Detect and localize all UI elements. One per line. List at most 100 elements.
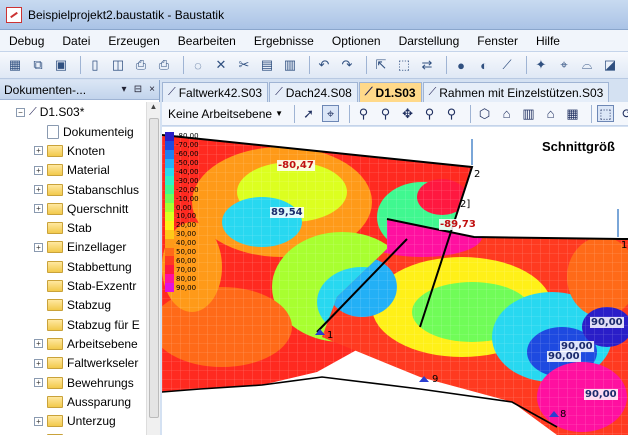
cube-icon[interactable]: ⬚ [395,56,413,74]
chart-icon[interactable]: ◪ [601,56,619,74]
print-preview-icon[interactable]: ⎙ [132,56,150,74]
tree-item[interactable]: + Einzellager [0,238,146,257]
tree-item[interactable]: + Material [0,161,146,180]
fe-contour-plot[interactable] [162,127,628,435]
bridge-icon[interactable]: ⌓ [578,56,596,74]
clipboard-icon[interactable]: ▥ [281,56,299,74]
tree-item[interactable]: Stab-Exzentr [0,276,146,295]
tree-item[interactable]: Stabbettung [0,257,146,276]
menu-ergebnisse[interactable]: Ergebnisse [245,34,323,48]
cut-icon[interactable]: ✂ [235,56,253,74]
legend-swatch [165,238,174,248]
expand-icon[interactable]: + [34,416,43,426]
scroll-up-icon[interactable]: ▲ [147,102,160,116]
tree-item-label: Bewehrungs [67,375,134,390]
toolbar-separator [446,56,447,74]
legend-value: 40,00 [176,239,197,248]
document-tab[interactable]: ⟋ Rahmen mit Einzelstützen.S03 [422,82,610,102]
tree-item[interactable]: Aussparung [0,392,146,411]
expand-icon[interactable]: + [34,339,43,349]
workplane-select[interactable]: Keine Arbeitsebene ▼ [162,107,289,121]
node-icon[interactable]: ⌖ [555,56,573,74]
legend-value: 0,00 [176,203,192,212]
legend-row: -80,00 [165,131,210,141]
view-3d-icon[interactable]: ⬡ [476,105,493,122]
print-icon[interactable]: ⎙ [155,56,173,74]
document-tab[interactable]: ⟋ Dach24.S08 [269,82,358,102]
expand-icon[interactable]: + [34,185,43,195]
menu-darstellung[interactable]: Darstellung [390,34,469,48]
tree-item[interactable]: +Streckenlage [0,431,146,435]
cursor-icon[interactable]: ➚ [300,105,317,122]
tree-item[interactable]: + Faltwerkseler [0,354,146,373]
rotate-icon[interactable]: ◐ [475,56,493,74]
zoom-out-icon[interactable]: ⚲ [443,105,460,122]
mesh-icon[interactable]: ▦ [564,105,581,122]
menu-hilfe[interactable]: Hilfe [527,34,569,48]
save-icon[interactable]: ▣ [52,56,70,74]
tree-scrollbar[interactable]: ▲ [146,102,160,435]
lasso-icon[interactable]: ◌ [189,56,207,74]
tree-item[interactable]: + Knoten [0,141,146,160]
transfer-icon[interactable]: ⇄ [418,56,436,74]
cycle-icon[interactable]: ⟳ [619,105,628,122]
tree-root[interactable]: − ⟋ D1.S03* [0,102,146,122]
redo-icon[interactable]: ↷ [338,56,356,74]
tree-item[interactable]: + Unterzug [0,411,146,430]
legend-swatch [165,256,174,266]
expand-icon[interactable]: + [34,378,43,387]
zoom-icon[interactable]: ⚲ [377,105,394,122]
menu-fenster[interactable]: Fenster [468,34,527,48]
expand-icon[interactable]: + [34,242,43,252]
building-icon[interactable]: ▥ [520,105,537,122]
menu-debug[interactable]: Debug [0,34,53,48]
delete-icon[interactable]: ✕ [212,56,230,74]
chevron-down-icon: ▼ [275,109,284,118]
tree-item[interactable]: + Stabanschlus [0,180,146,199]
legend-swatch [165,229,174,239]
select-mode-icon[interactable]: ⌖ [322,105,340,122]
menu-erzeugen[interactable]: Erzeugen [99,34,168,48]
menu-bearbeiten[interactable]: Bearbeiten [169,34,245,48]
tree-item[interactable]: Dokumenteig [0,122,146,141]
folder-icon [47,280,63,293]
tree-item[interactable]: Stab [0,218,146,237]
page-icon[interactable]: ▯ [86,56,104,74]
copy-icon[interactable]: ⧉ [29,56,47,74]
grid-icon[interactable]: ▦ [6,56,24,74]
bold-icon[interactable]: ✦ [532,56,550,74]
menu-datei[interactable]: Datei [53,34,99,48]
pan-icon[interactable]: ✥ [399,105,416,122]
pin-icon[interactable]: ▾ [117,84,131,95]
tree-item[interactable]: + Arbeitsebene [0,334,146,353]
expand-icon[interactable]: + [34,358,43,368]
zoom-window-icon[interactable]: ⚲ [421,105,438,122]
scrollbar-thumb[interactable] [149,118,159,418]
result-view[interactable]: -80,00 -70,00 -60,00 -50,00 -40,00 -30,00 -20,… [162,127,628,435]
document-tab[interactable]: ⟋ D1.S03 [358,82,422,102]
truss-icon[interactable]: ⟋ [498,56,516,74]
preview-icon[interactable]: ◫ [109,56,127,74]
expand-icon[interactable]: + [34,165,43,175]
roof-icon[interactable]: ⌂ [542,105,559,122]
legend-value: -10,00 [176,194,199,203]
house-icon[interactable]: ⌂ [498,105,515,122]
minimize-icon[interactable]: ⊟ [131,84,145,95]
undo-icon[interactable]: ↶ [315,56,333,74]
tree-item[interactable]: + Querschnitt [0,199,146,218]
close-icon[interactable]: × [145,84,159,95]
expand-icon[interactable]: + [34,204,43,214]
tree-item[interactable]: + Bewehrungs [0,373,146,392]
document-tab[interactable]: ⟋ Faltwerk42.S03 [162,82,269,102]
paste-icon[interactable]: ▤ [258,56,276,74]
node-select-icon[interactable]: ⬚ [597,105,615,122]
menu-optionen[interactable]: Optionen [323,34,390,48]
sphere-icon[interactable]: ● [452,56,470,74]
collapse-icon[interactable]: − [16,107,25,117]
tree-item[interactable]: Stabzug für E [0,315,146,334]
expand-icon[interactable]: + [34,146,43,156]
zoom-fit-icon[interactable]: ⚲ [355,105,372,122]
tree-item[interactable]: Stabzug [0,296,146,315]
export-icon[interactable]: ⇱ [372,56,390,74]
tree-item-label: Arbeitsebene [67,336,138,351]
